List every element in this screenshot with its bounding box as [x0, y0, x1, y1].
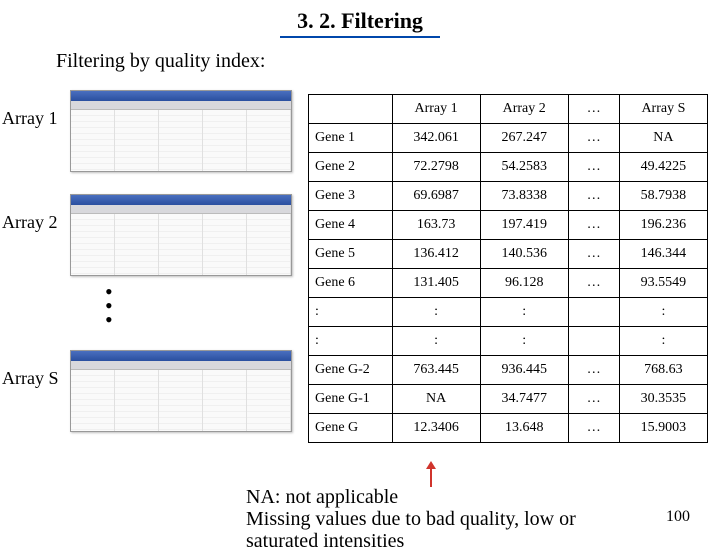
- label-array-1: Array 1: [2, 108, 57, 129]
- cell-arrays: :: [619, 327, 707, 356]
- cell-array2: 34.7477: [480, 385, 568, 414]
- col-header-array1: Array 1: [392, 95, 480, 124]
- col-header-array2: Array 2: [480, 95, 568, 124]
- cell-gene-label: Gene G-1: [309, 385, 393, 414]
- table-row: Gene 4163.73197.419…196.236: [309, 211, 708, 240]
- window-body: [71, 214, 291, 276]
- cell-arrays: 196.236: [619, 211, 707, 240]
- data-table: Array 1 Array 2 … Array S Gene 1342.0612…: [308, 94, 708, 443]
- window-body: [71, 370, 291, 432]
- col-header-gene: [309, 95, 393, 124]
- cell-array1: 342.061: [392, 124, 480, 153]
- cell-ellipsis: …: [568, 414, 619, 443]
- cell-array2: 936.445: [480, 356, 568, 385]
- cell-array2: 13.648: [480, 414, 568, 443]
- cell-ellipsis: …: [568, 211, 619, 240]
- cell-ellipsis: …: [568, 124, 619, 153]
- cell-array2: :: [480, 327, 568, 356]
- table-row: Gene G12.340613.648…15.9003: [309, 414, 708, 443]
- table-row: Gene G-2763.445936.445…768.63: [309, 356, 708, 385]
- cell-gene-label: Gene 1: [309, 124, 393, 153]
- cell-array1: 763.445: [392, 356, 480, 385]
- cell-array1: 12.3406: [392, 414, 480, 443]
- cell-gene-label: Gene 2: [309, 153, 393, 182]
- subtitle: Filtering by quality index:: [56, 50, 720, 73]
- vertical-ellipsis: •••: [105, 285, 113, 327]
- cell-arrays: :: [619, 298, 707, 327]
- window-titlebar: [71, 195, 291, 205]
- window-toolbar: [71, 361, 291, 370]
- cell-gene-label: Gene G: [309, 414, 393, 443]
- window-toolbar: [71, 101, 291, 110]
- cell-gene-label: Gene 4: [309, 211, 393, 240]
- cell-arrays: 49.4225: [619, 153, 707, 182]
- col-header-arrays: Array S: [619, 95, 707, 124]
- cell-gene-label: Gene 6: [309, 269, 393, 298]
- cell-array2: 73.8338: [480, 182, 568, 211]
- screenshot-array-2: [70, 194, 292, 276]
- cell-gene-label: Gene 3: [309, 182, 393, 211]
- window-toolbar: [71, 205, 291, 214]
- footer-line-3: saturated intensities: [246, 530, 576, 552]
- slide-title: 3. 2. Filtering: [0, 8, 720, 34]
- table-row: ::::: [309, 327, 708, 356]
- cell-array1: 136.412: [392, 240, 480, 269]
- cell-array2: 54.2583: [480, 153, 568, 182]
- cell-ellipsis: …: [568, 269, 619, 298]
- table-row: Gene 6131.40596.128…93.5549: [309, 269, 708, 298]
- red-arrow-icon: [430, 467, 432, 487]
- table-row: Gene G-1NA34.7477…30.3535: [309, 385, 708, 414]
- cell-ellipsis: [568, 298, 619, 327]
- window-titlebar: [71, 91, 291, 101]
- window-body: [71, 110, 291, 172]
- cell-arrays: 58.7938: [619, 182, 707, 211]
- cell-ellipsis: [568, 327, 619, 356]
- cell-array2: 267.247: [480, 124, 568, 153]
- cell-ellipsis: …: [568, 153, 619, 182]
- table-header-row: Array 1 Array 2 … Array S: [309, 95, 708, 124]
- window-titlebar: [71, 351, 291, 361]
- table-row: Gene 272.279854.2583…49.4225: [309, 153, 708, 182]
- cell-arrays: 15.9003: [619, 414, 707, 443]
- cell-ellipsis: …: [568, 385, 619, 414]
- label-array-2: Array 2: [2, 212, 57, 233]
- cell-array2: 140.536: [480, 240, 568, 269]
- cell-gene-label: :: [309, 298, 393, 327]
- footer-text: NA: not applicable Missing values due to…: [246, 486, 576, 552]
- table-row: Gene 5136.412140.536…146.344: [309, 240, 708, 269]
- title-underline: [280, 36, 440, 38]
- cell-array1: 69.6987: [392, 182, 480, 211]
- cell-ellipsis: …: [568, 240, 619, 269]
- table-row: ::::: [309, 298, 708, 327]
- cell-array1: NA: [392, 385, 480, 414]
- cell-gene-label: :: [309, 327, 393, 356]
- cell-arrays: 146.344: [619, 240, 707, 269]
- cell-array1: :: [392, 327, 480, 356]
- cell-array1: :: [392, 298, 480, 327]
- cell-ellipsis: …: [568, 356, 619, 385]
- cell-gene-label: Gene G-2: [309, 356, 393, 385]
- col-header-ellipsis: …: [568, 95, 619, 124]
- cell-gene-label: Gene 5: [309, 240, 393, 269]
- cell-array1: 131.405: [392, 269, 480, 298]
- screenshot-array-1: [70, 90, 292, 172]
- cell-array2: 197.419: [480, 211, 568, 240]
- cell-array2: 96.128: [480, 269, 568, 298]
- data-table-wrap: Array 1 Array 2 … Array S Gene 1342.0612…: [308, 94, 708, 443]
- table-row: Gene 369.698773.8338…58.7938: [309, 182, 708, 211]
- cell-array2: :: [480, 298, 568, 327]
- cell-ellipsis: …: [568, 182, 619, 211]
- cell-arrays: 93.5549: [619, 269, 707, 298]
- label-array-s: Array S: [2, 368, 59, 389]
- page-number: 100: [666, 508, 690, 526]
- footer-line-1: NA: not applicable: [246, 486, 576, 508]
- cell-array1: 72.2798: [392, 153, 480, 182]
- cell-arrays: 30.3535: [619, 385, 707, 414]
- table-row: Gene 1342.061267.247…NA: [309, 124, 708, 153]
- footer-line-2: Missing values due to bad quality, low o…: [246, 508, 576, 530]
- screenshot-array-s: [70, 350, 292, 432]
- cell-arrays: 768.63: [619, 356, 707, 385]
- cell-array1: 163.73: [392, 211, 480, 240]
- cell-arrays: NA: [619, 124, 707, 153]
